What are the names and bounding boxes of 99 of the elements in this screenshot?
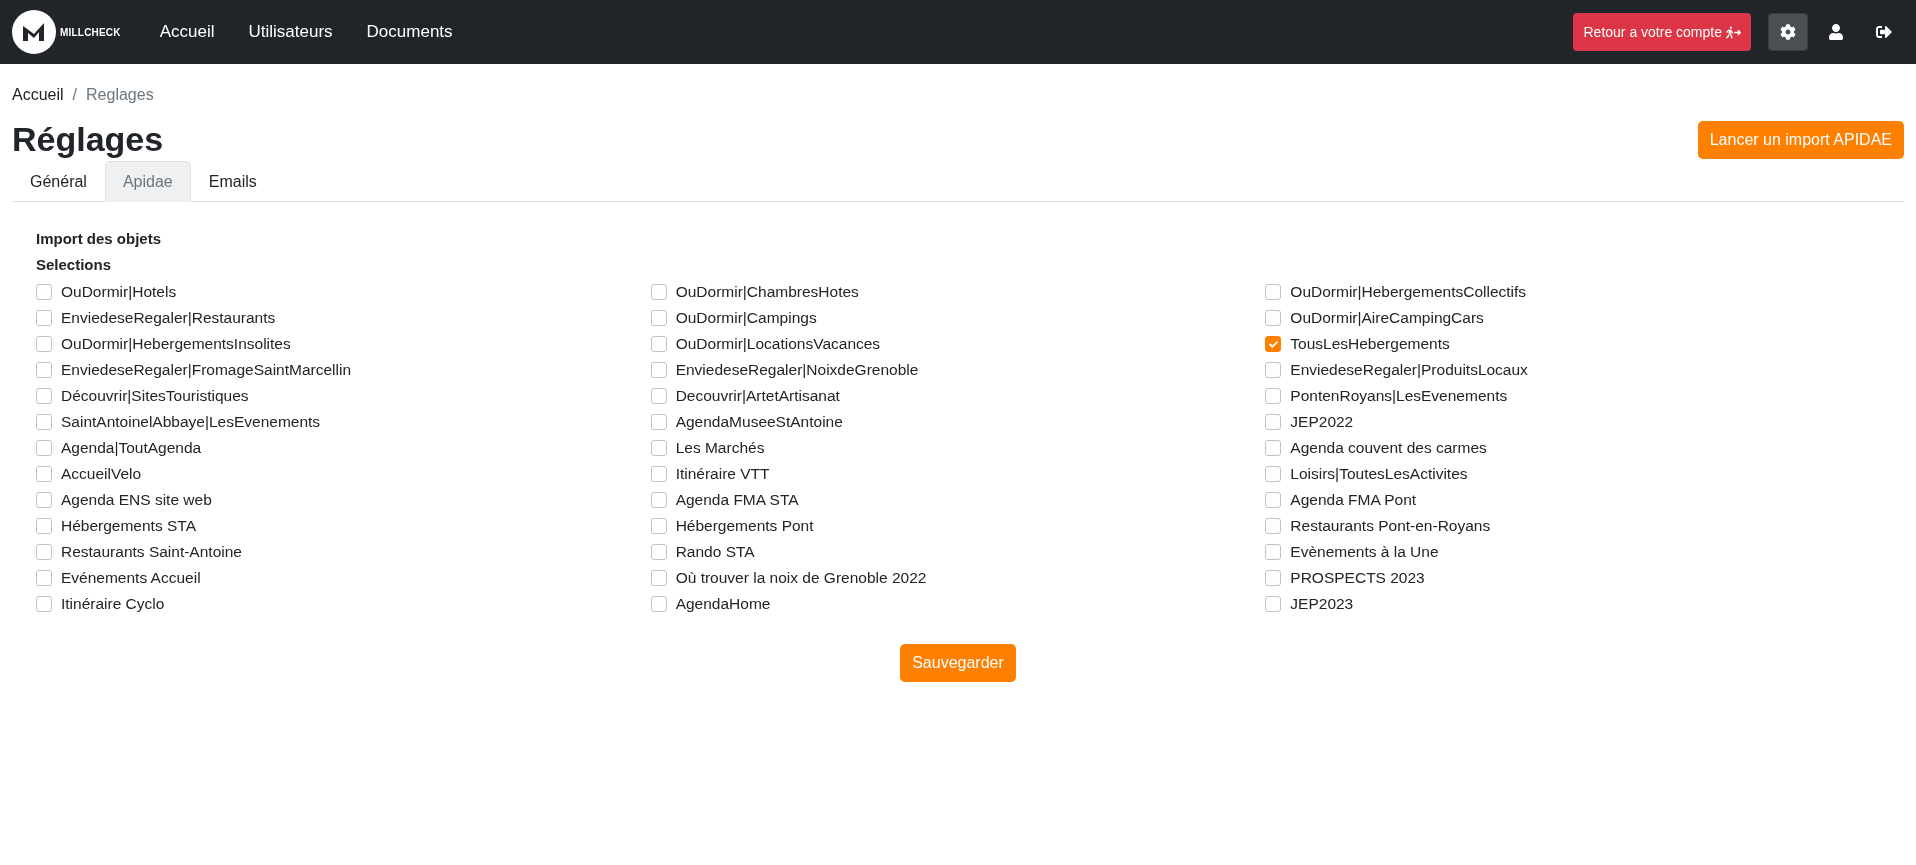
nav-link[interactable]: Utilisateurs — [231, 22, 350, 42]
checkbox[interactable] — [36, 362, 52, 378]
checkbox[interactable] — [36, 336, 52, 352]
checkbox-label[interactable]: AgendaMuseeStAntoine — [675, 413, 843, 431]
checkbox[interactable] — [36, 492, 52, 508]
checkbox[interactable] — [650, 310, 667, 326]
checkbox-label[interactable]: JEP2022 — [1290, 413, 1354, 431]
checkbox-label[interactable]: TousLesHebergements — [1290, 335, 1450, 353]
checkbox[interactable] — [1265, 492, 1282, 508]
checkbox-label[interactable]: OuDormir|HebergementsInsolites — [61, 335, 291, 353]
checkbox-label[interactable]: OuDormir|LocationsVacances — [675, 335, 881, 353]
checkbox-label[interactable]: JEP2023 — [1290, 595, 1354, 613]
checkbox-label[interactable]: Decouvrir|ArtetArtisanat — [675, 387, 840, 405]
checkbox-label[interactable]: Agenda FMA STA — [675, 491, 799, 509]
tab[interactable]: Emails — [190, 161, 275, 202]
checkbox[interactable] — [1265, 388, 1282, 404]
checkbox-label[interactable]: OuDormir|Campings — [675, 309, 817, 327]
checkbox[interactable] — [650, 440, 667, 456]
settings-button[interactable] — [1768, 13, 1808, 51]
checkbox[interactable] — [650, 336, 667, 352]
checkbox-label[interactable]: Où trouver la noix de Grenoble 2022 — [675, 569, 927, 587]
checkbox[interactable] — [36, 284, 52, 300]
checkbox[interactable] — [650, 518, 667, 534]
checkbox[interactable] — [36, 466, 52, 482]
page-title: Réglages — [12, 120, 164, 159]
checkbox[interactable] — [1265, 570, 1282, 586]
checkbox[interactable] — [1265, 440, 1282, 456]
checkbox[interactable] — [1265, 336, 1282, 352]
checkbox-label[interactable]: Agenda|ToutAgenda — [61, 439, 202, 457]
nav-link[interactable]: Documents — [349, 22, 470, 42]
checkbox-label[interactable]: EnviedeseRegaler|Restaurants — [61, 309, 276, 327]
checkbox-label[interactable]: Agenda FMA Pont — [1290, 491, 1417, 509]
checkbox-label[interactable]: SaintAntoinelAbbaye|LesEvenements — [61, 413, 321, 431]
checkbox[interactable] — [650, 284, 667, 300]
checkbox-label[interactable]: Itinéraire VTT — [675, 465, 770, 483]
checkbox-label[interactable]: Agenda ENS site web — [61, 491, 212, 509]
checkbox-label[interactable]: OuDormir|HebergementsCollectifs — [1290, 283, 1527, 301]
checkbox[interactable] — [36, 310, 52, 326]
checkbox[interactable] — [1265, 310, 1282, 326]
checkbox-label[interactable]: Hébergements Pont — [675, 517, 814, 535]
checkbox[interactable] — [36, 440, 52, 456]
checkbox-label[interactable]: Loisirs|ToutesLesActivites — [1290, 465, 1468, 483]
checkbox-label[interactable]: OuDormir|AireCampingCars — [1290, 309, 1484, 327]
breadcrumb-item: Reglages — [86, 86, 154, 104]
checkbox-label[interactable]: EnviedeseRegaler|NoixdeGrenoble — [675, 361, 919, 379]
section-subheading: Selections — [36, 256, 113, 273]
tab[interactable]: Général — [12, 161, 105, 202]
checkbox-label[interactable]: PontenRoyans|LesEvenements — [1290, 387, 1508, 405]
checkbox[interactable] — [36, 414, 52, 430]
checkbox-label[interactable]: Evènements à la Une — [1290, 543, 1439, 561]
section-heading: Import des objets — [36, 230, 163, 247]
checkbox-label[interactable]: OuDormir|Hotels — [61, 283, 177, 301]
checkbox[interactable] — [1265, 414, 1282, 430]
user-icon — [1828, 24, 1844, 40]
breadcrumb-item[interactable]: Accueil — [12, 86, 64, 104]
checkbox-label[interactable]: EnviedeseRegaler|FromageSaintMarcellin — [61, 361, 352, 379]
checkbox-label[interactable]: Evénements Accueil — [61, 569, 201, 587]
checkbox[interactable] — [650, 362, 667, 378]
checkbox-label[interactable]: AccueilVelo — [61, 465, 142, 483]
breadcrumb-separator: / — [72, 86, 78, 104]
checkbox[interactable] — [36, 518, 52, 534]
checkbox[interactable] — [650, 466, 667, 482]
checkbox[interactable] — [650, 492, 667, 508]
checkbox[interactable] — [1265, 466, 1282, 482]
checkbox[interactable] — [36, 544, 52, 560]
checkbox[interactable] — [650, 596, 667, 612]
checkbox[interactable] — [36, 596, 52, 612]
checkbox-label[interactable]: Itinéraire Cyclo — [61, 595, 165, 613]
checkbox-label[interactable]: PROSPECTS 2023 — [1290, 569, 1425, 587]
nav-link[interactable]: Accueil — [142, 22, 232, 42]
brand-name[interactable]: MILLCHECK — [60, 26, 121, 38]
checkbox[interactable] — [650, 544, 667, 560]
checkbox[interactable] — [650, 388, 667, 404]
checkbox-label[interactable]: Agenda couvent des carmes — [1290, 439, 1487, 457]
checkbox[interactable] — [1265, 362, 1282, 378]
checkbox[interactable] — [36, 570, 52, 586]
checkbox-label[interactable]: EnviedeseRegaler|ProduitsLocaux — [1290, 361, 1528, 379]
checkbox[interactable] — [1265, 284, 1282, 300]
checkbox[interactable] — [650, 570, 667, 586]
check-icon — [1268, 339, 1278, 349]
return-account-button[interactable]: Retour a votre compte — [1573, 13, 1751, 51]
checkbox-label[interactable]: Restaurants Saint-Antoine — [61, 543, 242, 561]
checkbox-label[interactable]: Découvrir|SitesTouristiques — [61, 387, 249, 405]
checkbox[interactable] — [1265, 596, 1282, 612]
checkbox[interactable] — [1265, 544, 1282, 560]
checkbox-label[interactable]: OuDormir|ChambresHotes — [675, 283, 859, 301]
settings-icon — [1780, 24, 1796, 40]
checkbox[interactable] — [36, 388, 52, 404]
checkbox-label[interactable]: Les Marchés — [675, 439, 765, 457]
checkbox-label[interactable]: Rando STA — [675, 543, 755, 561]
checkbox-label[interactable]: Hébergements STA — [61, 517, 196, 535]
walking-person-arrow-icon — [1726, 24, 1741, 40]
logo-icon — [12, 10, 56, 54]
tab[interactable]: Apidae — [104, 161, 191, 202]
checkbox-label[interactable]: AgendaHome — [675, 595, 771, 613]
checkbox[interactable] — [1265, 518, 1282, 534]
checkbox[interactable] — [650, 414, 667, 430]
checkbox-label[interactable]: Restaurants Pont-en-Royans — [1290, 517, 1491, 535]
logout-icon — [1876, 24, 1892, 40]
